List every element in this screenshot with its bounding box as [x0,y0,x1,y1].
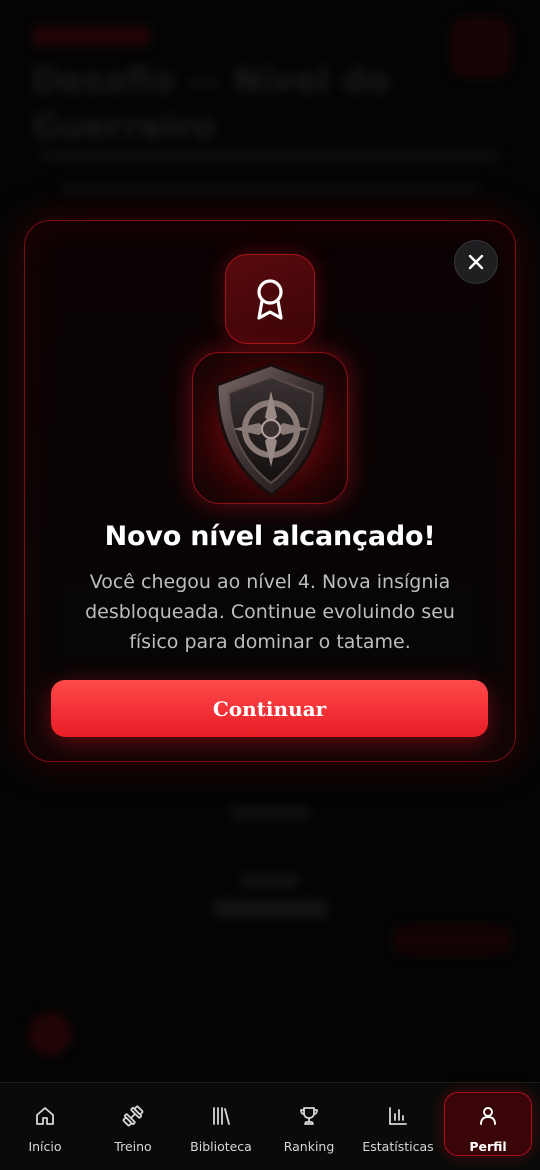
nav-item-treino[interactable]: Treino [102,1093,164,1159]
background-kicker [32,26,150,46]
nav-label: Início [28,1139,62,1154]
background-title: Desafio — Nível do Guerreiro [32,61,390,147]
modal-message: Você chegou ao nível 4. Nova insígnia de… [85,571,455,653]
nav-label: Biblioteca [190,1139,252,1154]
nav-item-biblioteca[interactable]: Biblioteca [188,1093,254,1159]
background-stat [240,874,300,888]
nav-label: Treino [114,1139,152,1154]
nav-label: Perfil [469,1139,507,1154]
nav-item-perfil[interactable]: Perfil [444,1092,532,1156]
nav-label: Estatísticas [362,1139,434,1154]
user-icon [480,1107,496,1125]
shield-badge-image [193,353,347,503]
close-icon [468,254,484,270]
background-stat [212,900,328,918]
background-pill [392,924,512,956]
nav-item-estatisticas[interactable]: Estatísticas [362,1093,434,1159]
background-line [60,182,480,194]
nav-item-ranking[interactable]: Ranking [278,1093,340,1159]
background-action [450,16,512,78]
nav-item-inicio[interactable]: Início [14,1093,76,1159]
shield-badge [192,352,348,504]
nav-label: Ranking [283,1139,335,1154]
background-avatar [28,1012,72,1056]
modal-title: Novo nível alcançado! [104,521,436,552]
library-icon [213,1107,230,1125]
bottom-nav: Início Treino Biblioteca Ranking Estatís… [0,1082,540,1170]
background-line [40,150,500,162]
home-icon [36,1107,54,1125]
level-up-screen: Desafio — Nível do Guerreiro Novo nível … [0,0,540,1170]
close-button[interactable] [454,240,498,284]
award-ribbon-icon [257,279,283,320]
continue-button[interactable]: Continuar [51,680,488,737]
bar-chart-icon [389,1107,407,1125]
award-tile [225,254,315,344]
dumbbell-icon [122,1105,144,1127]
trophy-icon [300,1107,318,1125]
background-stat [230,806,310,820]
